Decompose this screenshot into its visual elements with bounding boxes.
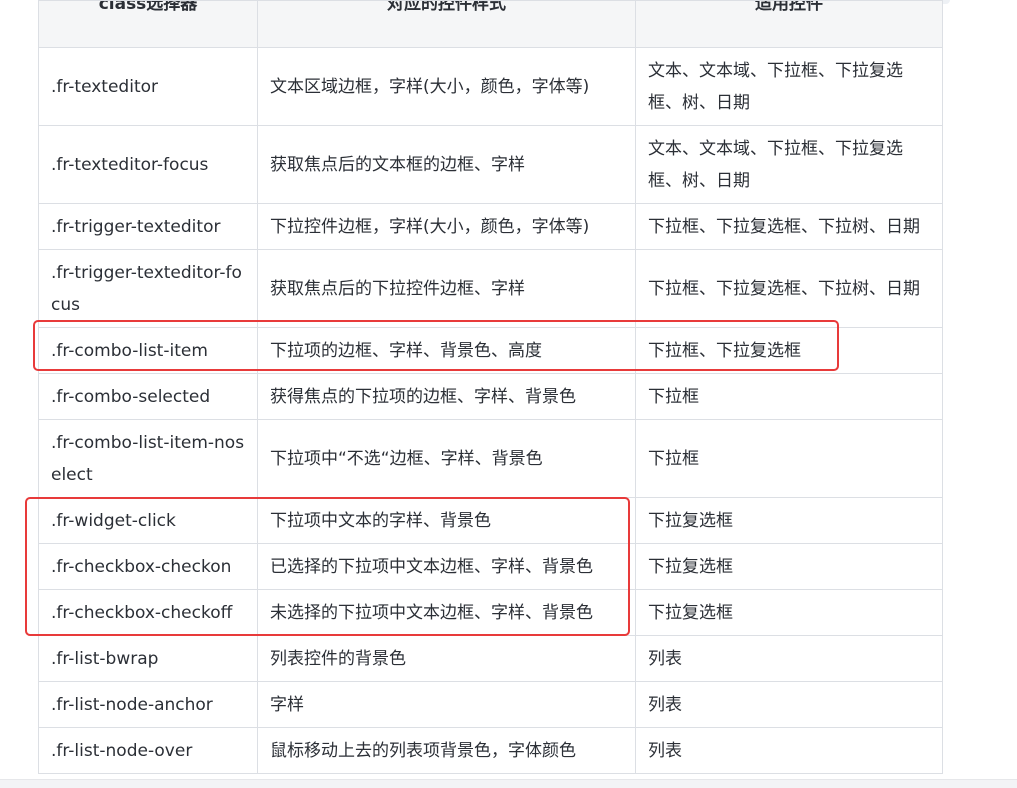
cell-style: 下拉项中“不选“边框、字样、背景色: [257, 419, 636, 498]
bottom-scroll-strip: [0, 779, 1017, 788]
cell-widgets: 下拉复选框: [635, 589, 943, 636]
table-header-row: class选择器 对应的控件样式 适用控件: [38, 0, 943, 48]
cell-selector: .fr-trigger-texteditor-focus: [38, 249, 258, 328]
cell-widgets: 下拉框、下拉复选框、下拉树、日期: [635, 249, 943, 328]
cell-style: 已选择的下拉项中文本边框、字样、背景色: [257, 543, 636, 590]
cell-style: 获取焦点后的下拉控件边框、字样: [257, 249, 636, 328]
cell-selector: .fr-widget-click: [38, 497, 258, 544]
cell-widgets: 列表: [635, 635, 943, 682]
table-row: .fr-combo-list-item-noselect 下拉项中“不选“边框、…: [38, 419, 943, 498]
table-row: .fr-list-bwrap 列表控件的背景色 列表: [38, 635, 943, 682]
cell-selector: .fr-combo-list-item-noselect: [38, 419, 258, 498]
table-row: .fr-trigger-texteditor-focus 获取焦点后的下拉控件边…: [38, 249, 943, 328]
cell-selector: .fr-checkbox-checkon: [38, 543, 258, 590]
cell-widgets: 下拉复选框: [635, 543, 943, 590]
header-selector: class选择器: [38, 0, 258, 48]
cell-selector: .fr-list-bwrap: [38, 635, 258, 682]
cell-widgets: 下拉框、下拉复选框: [635, 327, 943, 374]
cell-style: 未选择的下拉项中文本边框、字样、背景色: [257, 589, 636, 636]
cell-style: 下拉项中文本的字样、背景色: [257, 497, 636, 544]
cell-style: 获得焦点的下拉项的边框、字样、背景色: [257, 373, 636, 420]
cell-selector: .fr-texteditor-focus: [38, 125, 258, 204]
cell-selector: .fr-checkbox-checkoff: [38, 589, 258, 636]
cell-widgets: 列表: [635, 681, 943, 728]
table-row: .fr-list-node-over 鼠标移动上去的列表项背景色，字体颜色 列表: [38, 727, 943, 774]
page: class选择器 对应的控件样式 适用控件 .fr-texteditor 文本区…: [0, 0, 1017, 788]
header-widgets: 适用控件: [635, 0, 943, 48]
cell-widgets: 文本、文本域、下拉框、下拉复选框、树、日期: [635, 125, 943, 204]
cell-widgets: 下拉框: [635, 419, 943, 498]
cell-selector: .fr-trigger-texteditor: [38, 203, 258, 250]
table-row: .fr-list-node-anchor 字样 列表: [38, 681, 943, 728]
header-style: 对应的控件样式: [257, 0, 636, 48]
cell-selector: .fr-list-node-anchor: [38, 681, 258, 728]
cell-style: 下拉项的边框、字样、背景色、高度: [257, 327, 636, 374]
cell-widgets: 列表: [635, 727, 943, 774]
table-row: .fr-texteditor 文本区域边框，字样(大小，颜色，字体等) 文本、文…: [38, 47, 943, 126]
css-selector-table: class选择器 对应的控件样式 适用控件 .fr-texteditor 文本区…: [38, 0, 943, 774]
cell-selector: .fr-combo-list-item: [38, 327, 258, 374]
cell-selector: .fr-combo-selected: [38, 373, 258, 420]
cell-style: 下拉控件边框，字样(大小，颜色，字体等): [257, 203, 636, 250]
cell-style: 获取焦点后的文本框的边框、字样: [257, 125, 636, 204]
table-row: .fr-trigger-texteditor 下拉控件边框，字样(大小，颜色，字…: [38, 203, 943, 250]
cell-style: 字样: [257, 681, 636, 728]
table-row: .fr-texteditor-focus 获取焦点后的文本框的边框、字样 文本、…: [38, 125, 943, 204]
cell-widgets: 文本、文本域、下拉框、下拉复选框、树、日期: [635, 47, 943, 126]
table-row: .fr-checkbox-checkoff 未选择的下拉项中文本边框、字样、背景…: [38, 589, 943, 636]
cell-style: 文本区域边框，字样(大小，颜色，字体等): [257, 47, 636, 126]
cell-selector: .fr-texteditor: [38, 47, 258, 126]
cell-selector: .fr-list-node-over: [38, 727, 258, 774]
table-row: .fr-combo-selected 获得焦点的下拉项的边框、字样、背景色 下拉…: [38, 373, 943, 420]
cell-widgets: 下拉复选框: [635, 497, 943, 544]
table-row: .fr-combo-list-item 下拉项的边框、字样、背景色、高度 下拉框…: [38, 327, 943, 374]
cell-widgets: 下拉框: [635, 373, 943, 420]
table-row: .fr-checkbox-checkon 已选择的下拉项中文本边框、字样、背景色…: [38, 543, 943, 590]
cell-widgets: 下拉框、下拉复选框、下拉树、日期: [635, 203, 943, 250]
table-row: .fr-widget-click 下拉项中文本的字样、背景色 下拉复选框: [38, 497, 943, 544]
cell-style: 列表控件的背景色: [257, 635, 636, 682]
cell-style: 鼠标移动上去的列表项背景色，字体颜色: [257, 727, 636, 774]
